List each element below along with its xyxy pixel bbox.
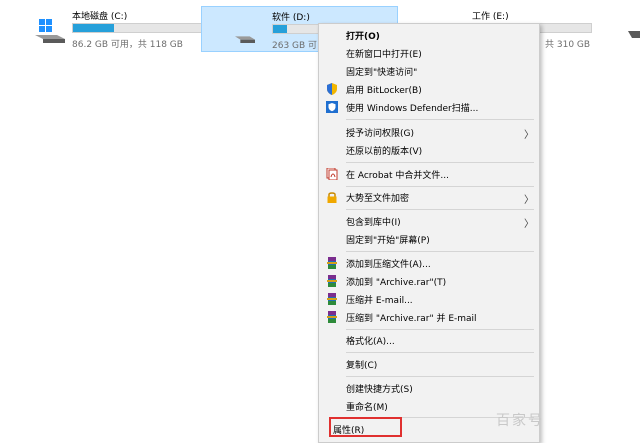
winrar-icon bbox=[327, 311, 337, 323]
menu-item-label: 压缩到 "Archive.rar" 并 E-mail bbox=[346, 314, 477, 324]
menu-item-label: 添加到压缩文件(A)... bbox=[346, 260, 431, 270]
drive-size-text: 263 GB 可 bbox=[272, 41, 318, 51]
menu-item-pin-start[interactable]: 固定到"开始"屏幕(P) bbox=[319, 230, 539, 248]
chevron-right-icon: 〉 bbox=[524, 219, 534, 230]
drive-c[interactable]: 本地磁盘 (C:) 86.2 GB 可用，共 118 GB bbox=[30, 6, 227, 52]
menu-separator bbox=[346, 162, 534, 163]
menu-item-label: 包含到库中(I) bbox=[346, 218, 401, 228]
drive-usage-fill bbox=[73, 24, 115, 32]
chevron-right-icon: 〉 bbox=[524, 195, 534, 206]
menu-item-label: 添加到 "Archive.rar"(T) bbox=[346, 278, 447, 288]
highlight-box bbox=[329, 417, 402, 437]
menu-item-acrobat-merge[interactable]: 在 Acrobat 中合并文件... bbox=[319, 165, 539, 183]
watermark: 百家号 bbox=[496, 413, 544, 429]
menu-separator bbox=[346, 186, 534, 187]
winrar-icon bbox=[327, 257, 337, 269]
menu-item-label: 重命名(M) bbox=[346, 403, 388, 413]
lock-icon bbox=[327, 192, 337, 203]
menu-item-copy[interactable]: 复制(C) bbox=[319, 355, 539, 373]
menu-item-label: 固定到"开始"屏幕(P) bbox=[346, 236, 430, 246]
menu-item-create-shortcut[interactable]: 创建快捷方式(S) bbox=[319, 379, 539, 397]
menu-item-label: 创建快捷方式(S) bbox=[346, 385, 413, 395]
menu-item-compress-email[interactable]: 压缩并 E-mail... bbox=[319, 290, 539, 308]
chevron-right-icon: 〉 bbox=[524, 130, 534, 141]
menu-item-label: 打开(O) bbox=[346, 32, 380, 42]
menu-item-label: 复制(C) bbox=[346, 361, 378, 371]
menu-separator bbox=[346, 119, 534, 120]
defender-icon bbox=[326, 101, 338, 113]
menu-item-add-archive[interactable]: 添加到压缩文件(A)... bbox=[319, 254, 539, 272]
menu-item-add-archive-rar[interactable]: 添加到 "Archive.rar"(T) bbox=[319, 272, 539, 290]
menu-separator bbox=[346, 329, 534, 330]
menu-separator bbox=[346, 376, 534, 377]
drive-icon bbox=[235, 36, 255, 43]
menu-item-bitlocker[interactable]: 启用 BitLocker(B) bbox=[319, 80, 539, 98]
menu-item-open-new-window[interactable]: 在新窗口中打开(E) bbox=[319, 44, 539, 62]
menu-item-label: 在新窗口中打开(E) bbox=[346, 50, 422, 60]
menu-item-label: 启用 BitLocker(B) bbox=[346, 86, 422, 96]
drive-icon bbox=[628, 31, 640, 38]
menu-item-defender-scan[interactable]: 使用 Windows Defender扫描... bbox=[319, 98, 539, 116]
drive-size-text: 86.2 GB 可用，共 118 GB bbox=[72, 40, 183, 50]
drive-usage-fill bbox=[273, 25, 288, 33]
drive-name: 软件 (D:) bbox=[272, 13, 310, 23]
menu-item-grant-access[interactable]: 授予访问权限(G) 〉 bbox=[319, 123, 539, 141]
menu-item-file-encrypt[interactable]: 大势至文件加密 〉 bbox=[319, 188, 539, 206]
menu-item-label: 授予访问权限(G) bbox=[346, 129, 414, 139]
menu-item-label: 大势至文件加密 bbox=[346, 194, 410, 204]
menu-item-label: 还原以前的版本(V) bbox=[346, 147, 423, 157]
menu-item-pin-quick-access[interactable]: 固定到"快速访问" bbox=[319, 62, 539, 80]
drive-name: 本地磁盘 (C:) bbox=[72, 12, 128, 22]
menu-item-label: 固定到"快速访问" bbox=[346, 68, 418, 78]
windows-drive-icon bbox=[35, 19, 65, 43]
winrar-icon bbox=[327, 275, 337, 287]
context-menu: 打开(O) 在新窗口中打开(E) 固定到"快速访问" 启用 BitLocker(… bbox=[318, 23, 540, 443]
menu-item-restore-versions[interactable]: 还原以前的版本(V) bbox=[319, 141, 539, 159]
menu-item-format[interactable]: 格式化(A)... bbox=[319, 331, 539, 349]
drive-name: 工作 (E:) bbox=[472, 12, 509, 22]
acrobat-icon bbox=[326, 168, 338, 180]
menu-item-label: 压缩并 E-mail... bbox=[346, 296, 413, 306]
menu-item-label: 格式化(A)... bbox=[346, 337, 395, 347]
menu-item-label: 使用 Windows Defender扫描... bbox=[346, 104, 479, 114]
menu-separator bbox=[346, 251, 534, 252]
menu-item-open[interactable]: 打开(O) bbox=[319, 26, 539, 44]
menu-item-include-library[interactable]: 包含到库中(I) 〉 bbox=[319, 212, 539, 230]
shield-icon bbox=[327, 83, 337, 95]
menu-item-compress-rar-email[interactable]: 压缩到 "Archive.rar" 并 E-mail bbox=[319, 308, 539, 326]
menu-separator bbox=[346, 209, 534, 210]
winrar-icon bbox=[327, 293, 337, 305]
menu-separator bbox=[346, 352, 534, 353]
drive-size-text: ，共 310 GB bbox=[536, 40, 591, 50]
menu-item-label: 在 Acrobat 中合并文件... bbox=[346, 171, 450, 181]
